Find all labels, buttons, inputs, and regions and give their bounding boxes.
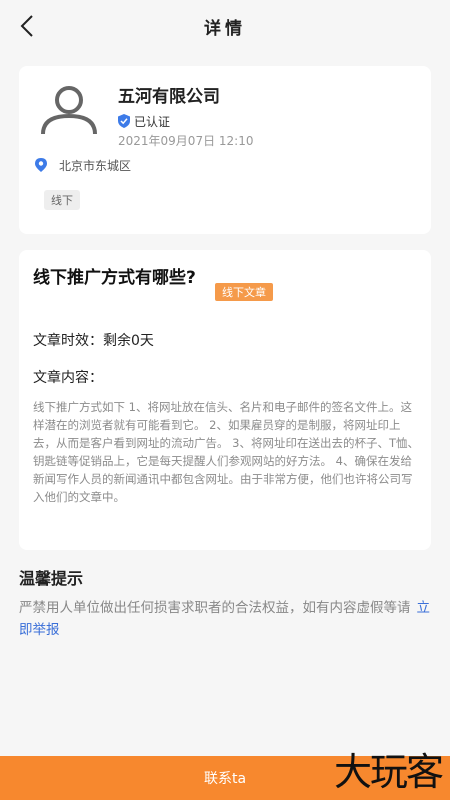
watermark-logo: 大玩客 (333, 750, 444, 794)
avatar (39, 84, 99, 136)
location-row: 北京市东城区 (35, 156, 131, 174)
header-bar: 详情 (0, 0, 450, 52)
verified-badge: 已认证 (118, 112, 170, 130)
location-pin-icon (35, 158, 47, 172)
company-card: 五河有限公司 已认证 2021年09月07日 12:10 北京市东城区 线下 (19, 66, 431, 234)
tips-text: 严禁用人单位做出任何损害求职者的合法权益，如有内容虚假等请 立即举报 (19, 597, 431, 641)
tips-title: 温馨提示 (19, 569, 84, 588)
user-icon (41, 86, 97, 135)
tips-body: 严禁用人单位做出任何损害求职者的合法权益，如有内容虚假等请 (19, 600, 411, 616)
page-title: 详情 (204, 19, 246, 39)
article-category-tag[interactable]: 线下文章 (215, 283, 273, 301)
article-content: 线下推广方式如下 1、将网址放在信头、名片和电子邮件的签名文件上。这样潜在的浏览… (33, 400, 419, 504)
verified-label: 已认证 (134, 114, 171, 129)
article-validity: 文章时效：剩余0天 (33, 333, 154, 349)
company-name: 五河有限公司 (118, 87, 220, 107)
article-card: 线下推广方式有哪些? 线下文章 文章时效：剩余0天 文章内容： 线下推广方式如下… (19, 250, 431, 550)
verified-shield-icon (118, 114, 130, 128)
publish-datetime: 2021年09月07日 12:10 (118, 134, 254, 148)
article-title: 线下推广方式有哪些? (33, 268, 196, 288)
location-text: 北京市东城区 (59, 158, 132, 173)
offline-tag: 线下 (44, 190, 80, 210)
article-content-label: 文章内容： (33, 370, 103, 386)
